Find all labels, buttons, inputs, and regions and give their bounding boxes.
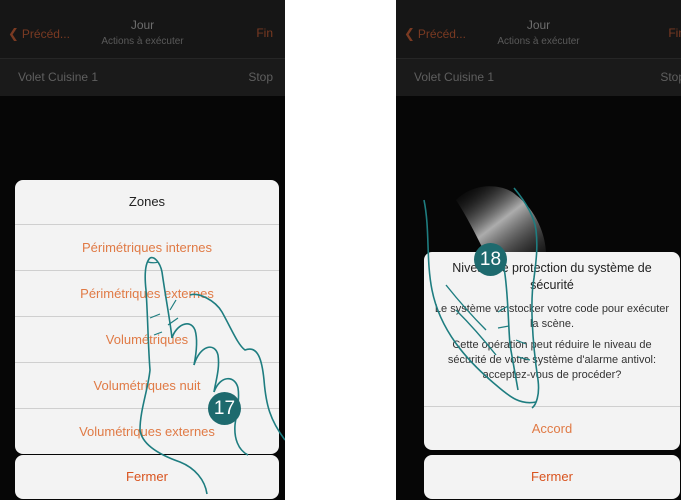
pointing-hand-icon — [423, 187, 540, 409]
step-badge: 17 — [208, 392, 241, 425]
step-badge: 18 — [474, 243, 507, 276]
pointing-hand-icon — [139, 256, 285, 495]
phone-screen-left: ❮ Précéd... Jour Actions à exécuter Fin V… — [0, 0, 285, 500]
phone-screen-right: ❮Précéd... Jour Actions à exécuter Fin V… — [396, 0, 681, 500]
